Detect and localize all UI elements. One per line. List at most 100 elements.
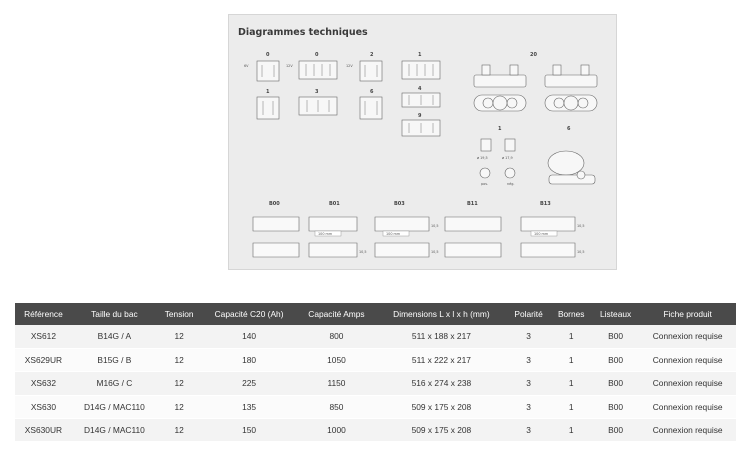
cell-terminals: 1	[550, 395, 592, 420]
dimension-note: 10,5	[577, 250, 585, 254]
table-row: XS612 B14G / A 12 140 800 511 x 188 x 21…	[15, 325, 736, 349]
column-header-terminals: Bornes	[550, 303, 592, 325]
technical-diagrams-panel: Diagrammes techniques 0 0 2 1 1 3 6 4 9 …	[228, 14, 617, 270]
cell-tray-size: D14G / MAC110	[71, 418, 157, 443]
terminal-type-label: 20	[530, 52, 537, 58]
terminal-note: ø 17,9	[502, 156, 513, 160]
dimension-note: 100 mm	[386, 232, 401, 236]
terminal-note: ø 19,5	[477, 156, 488, 160]
polarity-code-label: 0	[266, 52, 270, 58]
cell-tray-size: M16G / C	[71, 371, 157, 396]
cell-terminals: 1	[550, 325, 592, 349]
cell-hold-down: B00	[591, 371, 640, 396]
dimension-note: 10,5	[577, 224, 585, 228]
cell-capacity-amps: 1050	[296, 348, 377, 373]
dimension-note: 100 mm	[318, 232, 333, 236]
cell-polarity: 3	[506, 418, 551, 443]
cell-reference: XS629UR	[15, 348, 72, 373]
hold-down-code-label: B13	[540, 201, 551, 207]
terminal-note: nég.	[507, 182, 514, 186]
cell-voltage: 12	[156, 325, 202, 349]
table-row: XS632 M16G / C 12 225 1150 516 x 274 x 2…	[15, 371, 736, 396]
product-sheet-link[interactable]: Connexion requise	[639, 395, 736, 420]
dimension-note: 10,5	[431, 224, 439, 228]
cell-dimensions: 509 x 175 x 208	[376, 418, 507, 443]
column-header-dimensions: Dimensions L x l x h (mm)	[376, 303, 507, 325]
technical-diagrams-image: 0 0 2 1 1 3 6 4 9 6V 12V 12V 20 1 6 ø 19…	[244, 52, 598, 258]
cell-capacity-c20: 140	[201, 325, 297, 349]
column-header-product-sheet: Fiche produit	[639, 303, 736, 325]
cell-voltage: 12	[156, 395, 202, 420]
voltage-label: 12V	[346, 64, 353, 68]
cell-capacity-c20: 150	[201, 418, 297, 443]
hold-down-code-label: B11	[467, 201, 478, 207]
cell-terminals: 1	[550, 348, 592, 373]
cell-capacity-amps: 850	[296, 395, 377, 420]
cell-terminals: 1	[550, 371, 592, 396]
cell-dimensions: 511 x 188 x 217	[376, 325, 507, 349]
cell-dimensions: 511 x 222 x 217	[376, 348, 507, 373]
cell-polarity: 3	[506, 371, 551, 396]
cell-polarity: 3	[506, 348, 551, 373]
polarity-code-label: 3	[315, 89, 319, 95]
battery-specs-table: Référence Taille du bac Tension Capacité…	[15, 303, 736, 443]
cell-tray-size: B15G / B	[71, 348, 157, 373]
cell-reference: XS612	[15, 325, 72, 349]
polarity-code-label: 9	[418, 113, 422, 119]
column-header-polarity: Polarité	[506, 303, 551, 325]
hold-down-code-label: B01	[329, 201, 340, 207]
cell-hold-down: B00	[591, 395, 640, 420]
cell-dimensions: 509 x 175 x 208	[376, 395, 507, 420]
cell-polarity: 3	[506, 325, 551, 349]
polarity-code-label: 6	[370, 89, 374, 95]
polarity-code-label: 2	[370, 52, 374, 58]
cell-hold-down: B00	[591, 325, 640, 349]
polarity-code-label: 1	[418, 52, 422, 58]
cell-voltage: 12	[156, 418, 202, 443]
voltage-label: 6V	[244, 64, 249, 68]
product-sheet-link[interactable]: Connexion requise	[639, 325, 736, 349]
column-header-capacity-c20: Capacité C20 (Ah)	[201, 303, 297, 325]
cell-reference: XS630UR	[15, 418, 72, 443]
product-sheet-link[interactable]: Connexion requise	[639, 348, 736, 373]
polarity-code-label: 0	[315, 52, 319, 58]
column-header-tray-size: Taille du bac	[71, 303, 157, 325]
cell-tray-size: B14G / A	[71, 325, 157, 349]
dimension-note: 10,5	[431, 250, 439, 254]
terminal-type-label: 6	[567, 126, 571, 132]
polarity-code-label: 4	[418, 86, 422, 92]
cell-reference: XS630	[15, 395, 72, 420]
cell-voltage: 12	[156, 348, 202, 373]
cell-hold-down: B00	[591, 348, 640, 373]
cell-tray-size: D14G / MAC110	[71, 395, 157, 420]
column-header-capacity-amps: Capacité Amps	[296, 303, 377, 325]
cell-dimensions: 516 x 274 x 238	[376, 371, 507, 396]
hold-down-code-label: B03	[394, 201, 405, 207]
column-header-voltage: Tension	[156, 303, 202, 325]
cell-voltage: 12	[156, 371, 202, 396]
column-header-reference: Référence	[15, 303, 72, 325]
table-row: XS629UR B15G / B 12 180 1050 511 x 222 x…	[15, 348, 736, 373]
cell-capacity-c20: 135	[201, 395, 297, 420]
terminal-note: pos.	[481, 182, 488, 186]
column-header-hold-down: Listeaux	[591, 303, 640, 325]
table-header-row: Référence Taille du bac Tension Capacité…	[15, 303, 736, 325]
cell-capacity-amps: 1150	[296, 371, 377, 396]
cell-polarity: 3	[506, 395, 551, 420]
table-row: XS630 D14G / MAC110 12 135 850 509 x 175…	[15, 395, 736, 420]
cell-capacity-c20: 180	[201, 348, 297, 373]
terminal-type-label: 1	[498, 126, 502, 132]
cell-capacity-c20: 225	[201, 371, 297, 396]
cell-capacity-amps: 1000	[296, 418, 377, 443]
dimension-note: 100 mm	[534, 232, 549, 236]
table-row: XS630UR D14G / MAC110 12 150 1000 509 x …	[15, 418, 736, 443]
cell-capacity-amps: 800	[296, 325, 377, 349]
polarity-code-label: 1	[266, 89, 270, 95]
cell-hold-down: B00	[591, 418, 640, 443]
hold-down-code-label: B00	[269, 201, 280, 207]
product-sheet-link[interactable]: Connexion requise	[639, 418, 736, 443]
voltage-label: 12V	[286, 64, 293, 68]
product-sheet-link[interactable]: Connexion requise	[639, 371, 736, 396]
cell-reference: XS632	[15, 371, 72, 396]
cell-terminals: 1	[550, 418, 592, 443]
